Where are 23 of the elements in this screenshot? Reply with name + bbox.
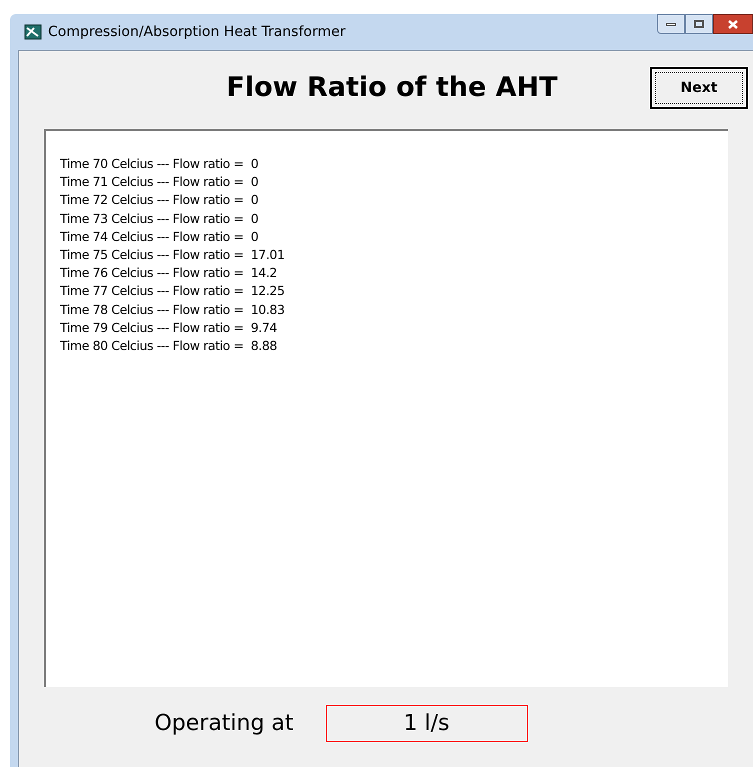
result-line: Time 79 Celcius --- Flow ratio = 9.74 — [60, 318, 278, 337]
result-line: Time 76 Celcius --- Flow ratio = 14.2 — [60, 264, 278, 282]
result-line: Time 80 Celcius --- Flow ratio = 8.88 — [60, 337, 278, 356]
result-line: Time 70 Celcius --- Flow ratio = 0 — [60, 155, 260, 173]
maximize-icon — [694, 20, 704, 28]
result-line: Time 75 Celcius --- Flow ratio = 17.01 — [60, 246, 286, 264]
operating-value: 1 l/s — [326, 705, 528, 742]
heading: Flow Ratio of the AHT — [226, 70, 558, 105]
result-line: Time 77 Celcius --- Flow ratio = 12.25 — [60, 282, 286, 300]
result-line: Time 73 Celcius --- Flow ratio = 0 — [60, 210, 260, 228]
next-button[interactable]: Next — [650, 67, 748, 109]
result-line: Time 71 Celcius --- Flow ratio = 0 — [60, 173, 260, 192]
result-line: Time 72 Celcius --- Flow ratio = 0 — [60, 191, 260, 210]
result-line: Time 78 Celcius --- Flow ratio = 10.83 — [60, 300, 286, 319]
minimize-button[interactable] — [657, 14, 685, 34]
window-title: Compression/Absorption Heat Transformer — [48, 22, 346, 42]
operating-label: Operating at — [154, 710, 294, 738]
close-icon — [728, 20, 738, 28]
app-icon — [24, 24, 42, 40]
close-button[interactable] — [713, 14, 753, 34]
maximize-button[interactable] — [685, 14, 713, 34]
minimize-icon — [666, 22, 676, 26]
result-line: Time 74 Celcius --- Flow ratio = 0 — [60, 228, 260, 246]
